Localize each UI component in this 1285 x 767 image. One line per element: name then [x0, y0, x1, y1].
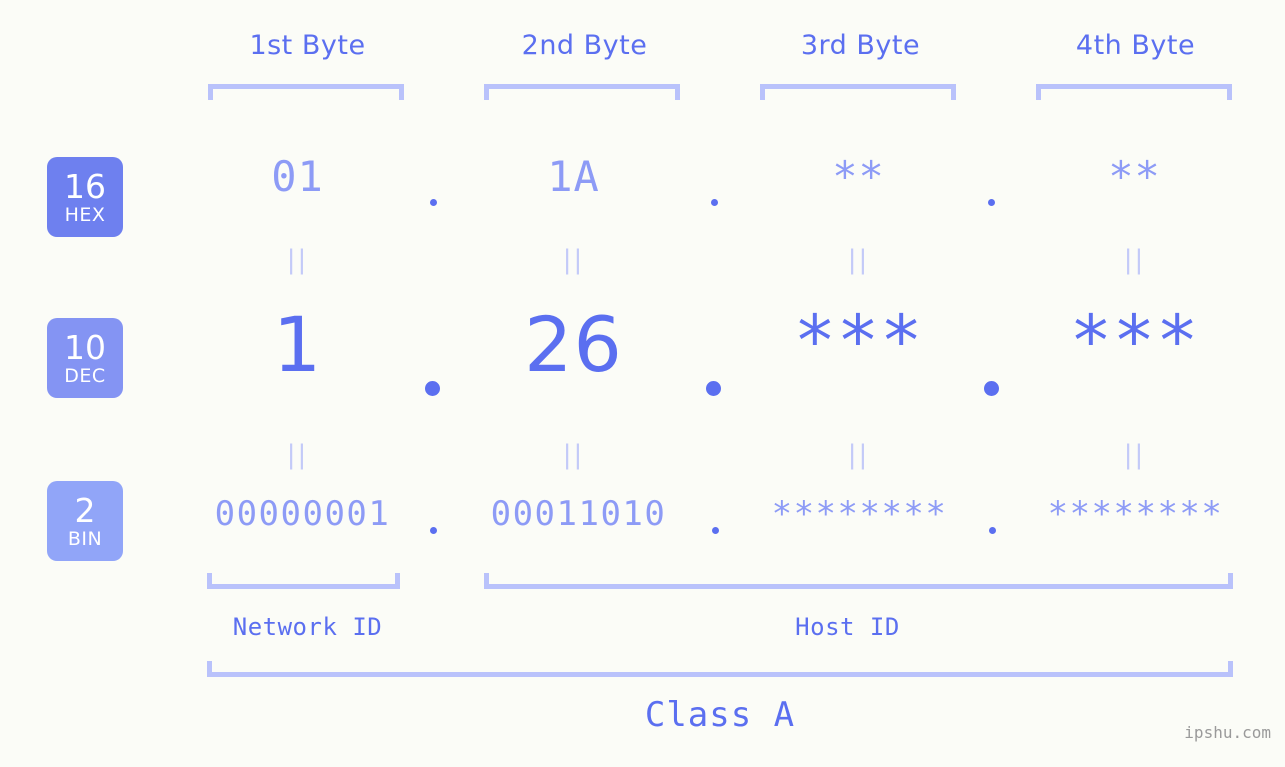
equals-mark-dec-bin-1: || — [286, 440, 309, 470]
byte-header-2: 2nd Byte — [521, 30, 648, 61]
byte-header-3: 3rd Byte — [800, 30, 921, 61]
host-id-bracket — [484, 573, 1233, 589]
dec-separator-dot-1 — [425, 381, 440, 396]
bin-separator-dot-2 — [712, 527, 719, 534]
equals-mark-hex-dec-4: || — [1123, 245, 1146, 275]
radix-badge-dec-number: 10 — [64, 327, 106, 367]
radix-badge-hex: 16 HEX — [47, 157, 123, 237]
hex-byte-2: 1A — [547, 152, 600, 201]
radix-badge-bin-label: BIN — [67, 527, 103, 550]
byte-header-4: 4th Byte — [1075, 30, 1196, 61]
radix-badge-bin-number: 2 — [74, 490, 96, 530]
dec-byte-3: *** — [793, 300, 924, 382]
class-label: Class A — [644, 695, 796, 735]
bin-separator-dot-1 — [430, 527, 437, 534]
equals-mark-hex-dec-2: || — [562, 245, 585, 275]
hex-separator-dot-1 — [430, 199, 437, 206]
bin-separator-dot-3 — [989, 527, 996, 534]
equals-mark-dec-bin-2: || — [562, 440, 585, 470]
byte-bracket-top-1 — [208, 84, 404, 100]
bin-byte-1: 00000001 — [214, 494, 391, 534]
radix-badge-bin: 2 BIN — [47, 481, 123, 561]
bin-byte-4: ******** — [1047, 494, 1224, 534]
dec-byte-2: 26 — [524, 300, 623, 389]
dec-byte-4: *** — [1069, 300, 1200, 382]
byte-bracket-top-4 — [1036, 84, 1232, 100]
class-bracket — [207, 661, 1233, 677]
hex-byte-3: ** — [832, 152, 885, 201]
hex-byte-4: ** — [1108, 152, 1161, 201]
radix-badge-dec: 10 DEC — [47, 318, 123, 398]
byte-bracket-top-3 — [760, 84, 956, 100]
bin-byte-2: 00011010 — [490, 494, 667, 534]
network-id-label: Network ID — [232, 613, 383, 641]
radix-badge-hex-number: 16 — [64, 166, 106, 206]
hex-byte-1: 01 — [271, 152, 324, 201]
dec-byte-1: 1 — [272, 300, 323, 389]
hex-separator-dot-3 — [988, 199, 995, 206]
dec-separator-dot-2 — [706, 381, 721, 396]
equals-mark-hex-dec-3: || — [847, 245, 870, 275]
host-id-label: Host ID — [795, 613, 900, 641]
network-id-bracket — [207, 573, 400, 589]
radix-badge-hex-label: HEX — [64, 203, 106, 226]
equals-mark-dec-bin-4: || — [1123, 440, 1146, 470]
dec-separator-dot-3 — [984, 381, 999, 396]
ip-byte-breakdown-diagram: 1st Byte 2nd Byte 3rd Byte 4th Byte 16 H… — [0, 0, 1285, 767]
equals-mark-hex-dec-1: || — [286, 245, 309, 275]
hex-separator-dot-2 — [711, 199, 718, 206]
byte-header-1: 1st Byte — [249, 30, 366, 61]
byte-bracket-top-2 — [484, 84, 680, 100]
bin-byte-3: ******** — [771, 494, 948, 534]
equals-mark-dec-bin-3: || — [847, 440, 870, 470]
site-watermark: ipshu.com — [1184, 723, 1271, 742]
radix-badge-dec-label: DEC — [64, 364, 106, 387]
